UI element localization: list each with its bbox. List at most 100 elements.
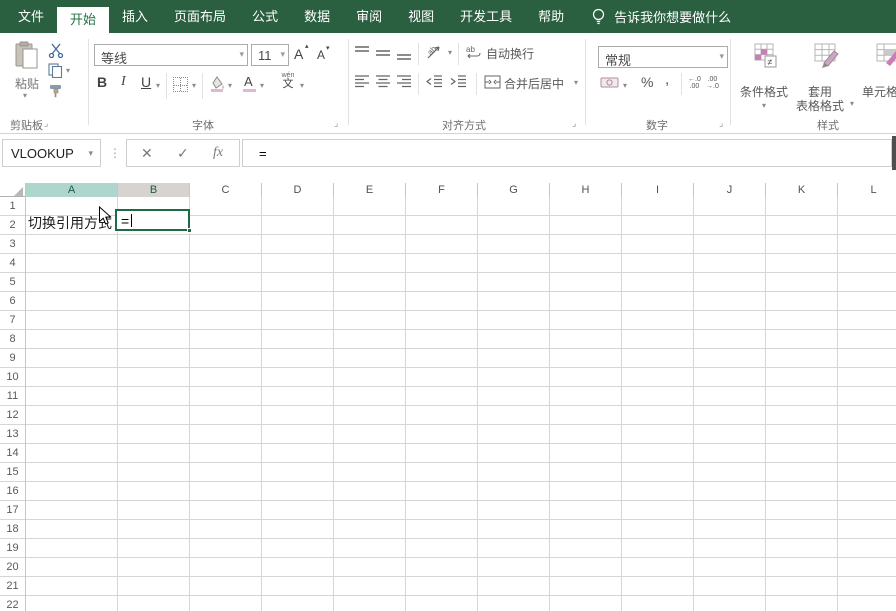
tab-formulas[interactable]: 公式 [239, 0, 291, 33]
row-header-6[interactable]: 6 [0, 292, 25, 311]
phonetic-guide-button[interactable]: wén 文 [278, 72, 298, 98]
tab-view[interactable]: 视图 [395, 0, 447, 33]
row-header-9[interactable]: 9 [0, 349, 25, 368]
underline-dropdown-arrow[interactable]: ▾ [156, 81, 160, 90]
row-header-19[interactable]: 19 [0, 539, 25, 558]
row-header-16[interactable]: 16 [0, 482, 25, 501]
column-header-J[interactable]: J [694, 183, 766, 197]
column-header-D[interactable]: D [262, 183, 334, 197]
orientation-button[interactable]: ab [426, 43, 446, 61]
number-format-combobox[interactable]: 常规 ▾ [598, 46, 728, 68]
row-header-17[interactable]: 17 [0, 501, 25, 520]
cut-button[interactable] [48, 43, 70, 59]
merge-center-button[interactable]: 合并后居中 [484, 73, 584, 93]
column-header-B[interactable]: B [118, 183, 190, 197]
row-header-3[interactable]: 3 [0, 235, 25, 254]
row-header-15[interactable]: 15 [0, 463, 25, 482]
row-header-14[interactable]: 14 [0, 444, 25, 463]
comma-style-button[interactable]: , [665, 71, 669, 88]
name-box[interactable]: VLOOKUP ▾ [2, 139, 101, 167]
cells-area[interactable] [118, 197, 896, 611]
row-header-18[interactable]: 18 [0, 520, 25, 539]
copy-dropdown-arrow[interactable]: ▾ [66, 66, 70, 75]
row-header-11[interactable]: 11 [0, 387, 25, 406]
row-header-4[interactable]: 4 [0, 254, 25, 273]
orientation-dropdown-arrow[interactable]: ▾ [448, 48, 452, 57]
column-a-cells[interactable]: 切换引用方式 = [26, 197, 118, 611]
row-header-12[interactable]: 12 [0, 406, 25, 425]
accounting-format-button[interactable] [600, 75, 620, 91]
font-color-button[interactable]: A [243, 74, 257, 94]
conditional-formatting-button[interactable]: ≠ 条件格式 ▾ [738, 43, 794, 123]
column-header-G[interactable]: G [478, 183, 550, 197]
tab-review[interactable]: 审阅 [343, 0, 395, 33]
phonetic-dropdown-arrow[interactable]: ▾ [300, 81, 304, 90]
column-header-E[interactable]: E [334, 183, 406, 197]
percent-style-button[interactable]: % [641, 74, 653, 90]
row-header-10[interactable]: 10 [0, 368, 25, 387]
copy-button[interactable]: ▾ [48, 63, 74, 79]
increase-decimal-button[interactable]: ←.0 .00 [688, 76, 701, 90]
enter-button[interactable]: ✓ [177, 145, 189, 162]
format-painter-button[interactable] [48, 83, 70, 99]
tell-me-box[interactable]: 告诉我你想要做什么 [591, 0, 731, 33]
format-as-table-button[interactable]: 套用 表格格式 ▾ [800, 43, 860, 123]
italic-button[interactable]: I [121, 74, 126, 90]
row-header-8[interactable]: 8 [0, 330, 25, 349]
wrap-text-button[interactable]: ab 自动换行 [466, 43, 576, 63]
row-header-20[interactable]: 20 [0, 558, 25, 577]
cell-styles-button[interactable]: 单元格样式 [862, 43, 896, 123]
fill-color-dropdown-arrow[interactable]: ▾ [228, 81, 232, 90]
column-header-H[interactable]: H [550, 183, 622, 197]
conditional-dropdown-arrow[interactable]: ▾ [762, 101, 766, 110]
fill-handle[interactable] [187, 228, 192, 233]
tab-insert[interactable]: 插入 [109, 0, 161, 33]
clipboard-dialog-launcher[interactable] [44, 120, 54, 130]
row-header-1[interactable]: 1 [0, 197, 25, 216]
font-name-arrow[interactable]: ▾ [239, 49, 244, 60]
row-header-2[interactable]: 2 [0, 216, 25, 235]
format-table-dropdown-arrow[interactable]: ▾ [850, 99, 854, 108]
tab-page-layout[interactable]: 页面布局 [161, 0, 239, 33]
bold-button[interactable]: B [97, 74, 107, 90]
column-header-F[interactable]: F [406, 183, 478, 197]
cell-b1-editor[interactable]: = [115, 209, 190, 231]
row-header-22[interactable]: 22 [0, 596, 25, 611]
select-all-button[interactable] [0, 183, 26, 197]
row-header-13[interactable]: 13 [0, 425, 25, 444]
font-dialog-launcher[interactable] [334, 120, 344, 130]
number-format-arrow[interactable]: ▾ [719, 51, 724, 62]
alignment-dialog-launcher[interactable] [572, 120, 582, 130]
accounting-dropdown-arrow[interactable]: ▾ [623, 81, 627, 90]
decrease-decimal-button[interactable]: .00 →.0 [706, 76, 719, 90]
fill-color-button[interactable] [208, 75, 226, 93]
underline-button[interactable]: U [141, 74, 151, 90]
name-box-arrow[interactable]: ▾ [88, 148, 93, 159]
cancel-button[interactable]: ✕ [141, 145, 153, 162]
tab-home[interactable]: 开始 [57, 7, 109, 33]
font-name-combobox[interactable]: 等线 ▾ [94, 44, 248, 66]
font-color-dropdown-arrow[interactable]: ▾ [260, 81, 264, 90]
column-header-I[interactable]: I [622, 183, 694, 197]
formula-input[interactable]: = [242, 139, 892, 167]
column-header-C[interactable]: C [190, 183, 262, 197]
merge-dropdown-arrow[interactable]: ▾ [574, 78, 578, 87]
borders-button[interactable] [173, 77, 188, 92]
paste-dropdown-arrow[interactable]: ▾ [23, 91, 27, 100]
column-header-K[interactable]: K [766, 183, 838, 197]
borders-dropdown-arrow[interactable]: ▾ [192, 81, 196, 90]
font-size-combobox[interactable]: 11 ▾ [251, 44, 289, 66]
tab-help[interactable]: 帮助 [525, 0, 577, 33]
insert-function-button[interactable]: fx [213, 145, 223, 161]
column-header-L[interactable]: L [838, 183, 896, 197]
font-size-arrow[interactable]: ▾ [280, 49, 285, 60]
tab-file[interactable]: 文件 [5, 0, 57, 33]
column-header-A[interactable]: A [26, 183, 118, 197]
row-header-7[interactable]: 7 [0, 311, 25, 330]
formula-bar-grip[interactable]: ⋮ [109, 139, 121, 167]
number-dialog-launcher[interactable] [719, 120, 729, 130]
tab-data[interactable]: 数据 [291, 0, 343, 33]
paste-button[interactable]: 粘贴 ▾ [8, 41, 46, 111]
row-header-21[interactable]: 21 [0, 577, 25, 596]
tab-developer[interactable]: 开发工具 [447, 0, 525, 33]
